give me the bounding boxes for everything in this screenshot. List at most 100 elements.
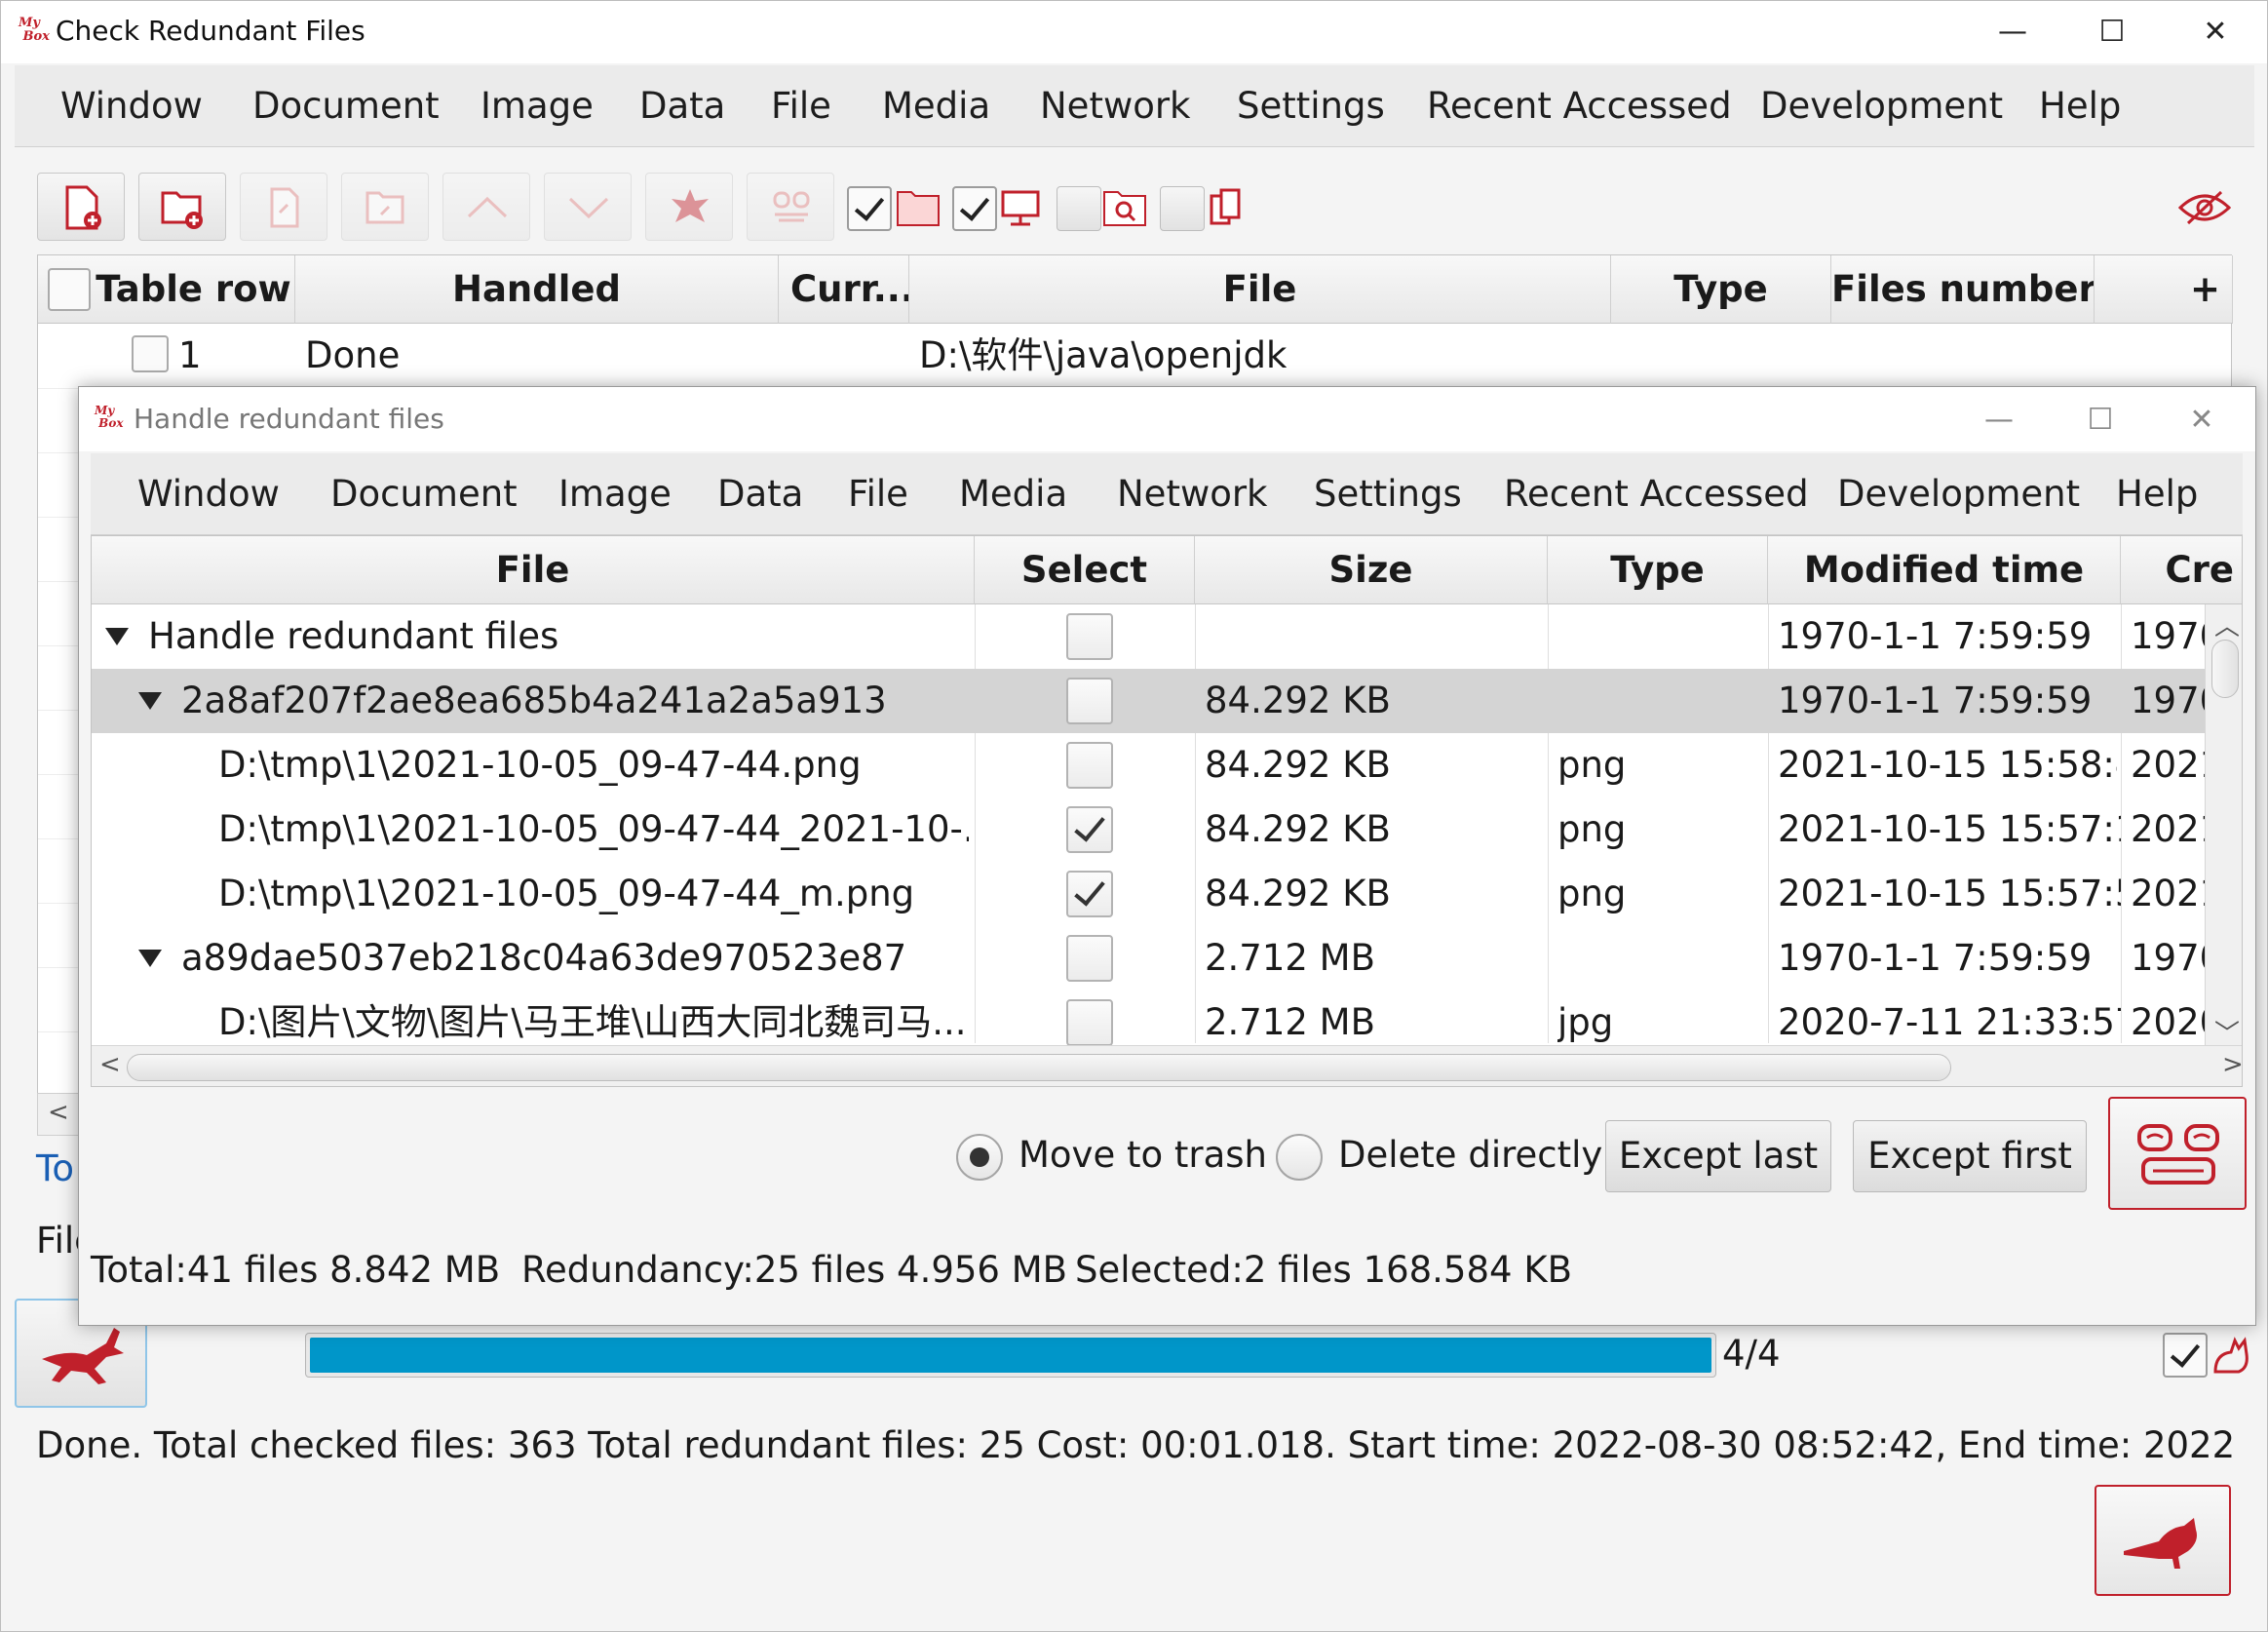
tree-cell-size: 84.292 KB [1205, 808, 1391, 850]
row-select-checkbox[interactable] [1066, 806, 1113, 853]
tree-hscroll-thumb[interactable] [127, 1054, 1951, 1081]
delete-directly-radio[interactable] [1276, 1134, 1323, 1181]
col-header-handled[interactable]: Handled [295, 255, 779, 324]
tree-cell-file: a89dae5037eb218c04a63de970523e87 [181, 937, 907, 979]
tree-vscroll-thumb[interactable] [2211, 640, 2239, 698]
tree-horizontal-scrollbar[interactable]: < > [92, 1045, 2242, 1086]
row-select-checkbox[interactable] [1066, 871, 1113, 917]
menu-network[interactable]: Network [1117, 473, 1268, 515]
maximize-button[interactable]: ☐ [2085, 5, 2139, 59]
col-header-type[interactable]: Type [1548, 536, 1768, 604]
tree-row-group[interactable]: a89dae5037eb218c04a63de970523e87 2.712 M… [92, 926, 2242, 991]
col-header-files-number[interactable]: Files number [1831, 255, 2095, 324]
menu-recent-accessed[interactable]: Recent Accessed [1427, 85, 1732, 127]
menu-development[interactable]: Development [1760, 85, 2003, 127]
row-select-checkbox[interactable] [1066, 935, 1113, 982]
menu-network[interactable]: Network [1040, 85, 1191, 127]
insert-folder-button[interactable] [341, 173, 429, 241]
menu-media[interactable]: Media [959, 473, 1067, 515]
menu-help[interactable]: Help [2039, 85, 2121, 127]
add-file-button[interactable] [37, 173, 125, 241]
summary-selected: Selected:2 files 168.584 KB [1075, 1249, 1572, 1291]
col-header-created[interactable]: Cre [2121, 536, 2242, 604]
menu-window[interactable]: Window [60, 85, 203, 127]
move-to-trash-radio[interactable] [956, 1134, 1003, 1181]
menu-document[interactable]: Document [252, 85, 440, 127]
menu-window[interactable]: Window [137, 473, 280, 515]
menu-image[interactable]: Image [481, 85, 594, 127]
clear-button[interactable] [645, 173, 733, 241]
menu-data[interactable]: Data [717, 473, 803, 515]
delete-button[interactable] [747, 173, 834, 241]
deer-run-icon [42, 1328, 124, 1384]
col-header-file[interactable]: File [909, 255, 1611, 324]
col-header-table-row[interactable]: Table row [38, 255, 295, 324]
select-all-checkbox[interactable] [48, 268, 91, 311]
close-button[interactable]: ✕ [2188, 5, 2243, 59]
tree-vertical-scrollbar[interactable]: ︿ ﹀ [2205, 604, 2242, 1049]
move-down-button[interactable] [544, 173, 632, 241]
tree-row-file[interactable]: D:\tmp\1\2021-10-05_09-47-44.png 84.292 … [92, 733, 2242, 797]
menu-help[interactable]: Help [2116, 473, 2198, 515]
row-select-checkbox[interactable] [1066, 613, 1113, 660]
menu-media[interactable]: Media [882, 85, 990, 127]
col-header-current[interactable]: Curr... [779, 255, 909, 324]
except-first-button[interactable]: Except first [1853, 1120, 2087, 1192]
tree-cell-modified: 1970-1-1 7:59:59 [1778, 615, 2093, 657]
row-checkbox[interactable] [132, 335, 169, 372]
sub-close-button[interactable]: ✕ [2174, 393, 2229, 447]
tree-cell-type: png [1557, 808, 1627, 850]
tree-row-root[interactable]: Handle redundant files 1970-1-1 7:59:59 … [92, 604, 2242, 669]
tree-cell-modified: 1970-1-1 7:59:59 [1778, 680, 2093, 721]
tree-cell-modified: 2021-10-15 15:58:4 [1778, 744, 2117, 786]
menu-settings[interactable]: Settings [1237, 85, 1385, 127]
monitor-toggle-checkbox[interactable] [952, 186, 997, 231]
col-header-type[interactable]: Type [1611, 255, 1831, 324]
table-row[interactable]: 1 Done D:\软件\java\openjdk [38, 324, 2233, 388]
move-up-button[interactable] [442, 173, 530, 241]
monitor-icon [1001, 190, 1040, 226]
bird-button[interactable] [2095, 1485, 2231, 1596]
search-folder-toggle-checkbox[interactable] [1057, 186, 1101, 231]
minimize-button[interactable]: — [1985, 5, 2040, 59]
add-column-button[interactable]: + [2095, 255, 2233, 324]
insert-file-button[interactable] [240, 173, 327, 241]
delete-icon [773, 191, 810, 222]
col-header-modified-time[interactable]: Modified time [1768, 536, 2121, 604]
tree-row-file[interactable]: D:\tmp\1\2021-10-05_09-47-44_2021-10-...… [92, 797, 2242, 862]
menu-settings[interactable]: Settings [1314, 473, 1462, 515]
add-folder-button[interactable] [138, 173, 226, 241]
menu-data[interactable]: Data [639, 85, 725, 127]
col-header-size[interactable]: Size [1195, 536, 1548, 604]
auto-stop-checkbox[interactable] [2163, 1333, 2208, 1378]
menu-document[interactable]: Document [330, 473, 518, 515]
menu-development[interactable]: Development [1837, 473, 2080, 515]
tree-row-file[interactable]: D:\tmp\1\2021-10-05_09-47-44_m.png 84.29… [92, 862, 2242, 926]
tree-row-group[interactable]: 2a8af207f2ae8ea685b4a241a2a5a913 84.292 … [92, 669, 2242, 733]
menu-image[interactable]: Image [558, 473, 672, 515]
row-select-checkbox[interactable] [1066, 678, 1113, 724]
menu-file[interactable]: File [848, 473, 908, 515]
main-window-title: Check Redundant Files [56, 15, 365, 47]
tree-cell-file: 2a8af207f2ae8ea685b4a241a2a5a913 [181, 680, 887, 721]
sub-minimize-button[interactable]: — [1972, 393, 2026, 447]
handle-delete-button[interactable] [2108, 1097, 2247, 1210]
expand-arrow-icon[interactable] [138, 692, 162, 710]
hide-eye-icon[interactable] [2178, 188, 2231, 227]
menu-recent-accessed[interactable]: Recent Accessed [1504, 473, 1809, 515]
file-copy-toggle-checkbox[interactable] [1160, 186, 1205, 231]
expand-arrow-icon[interactable] [138, 950, 162, 967]
sub-maximize-button[interactable]: ☐ [2073, 393, 2128, 447]
row-select-checkbox[interactable] [1066, 742, 1113, 789]
row-select-checkbox[interactable] [1066, 999, 1113, 1046]
except-last-button[interactable]: Except last [1605, 1120, 1831, 1192]
col-header-file[interactable]: File [92, 536, 975, 604]
delete-directly-label: Delete directly [1338, 1134, 1603, 1176]
move-down-icon [568, 197, 609, 219]
folder-toggle-checkbox[interactable] [847, 186, 892, 231]
menu-file[interactable]: File [771, 85, 831, 127]
tree-cell-file: Handle redundant files [148, 615, 559, 657]
summary-total: Total:41 files 8.842 MB [91, 1249, 501, 1291]
expand-arrow-icon[interactable] [105, 628, 129, 645]
col-header-select[interactable]: Select [975, 536, 1195, 604]
